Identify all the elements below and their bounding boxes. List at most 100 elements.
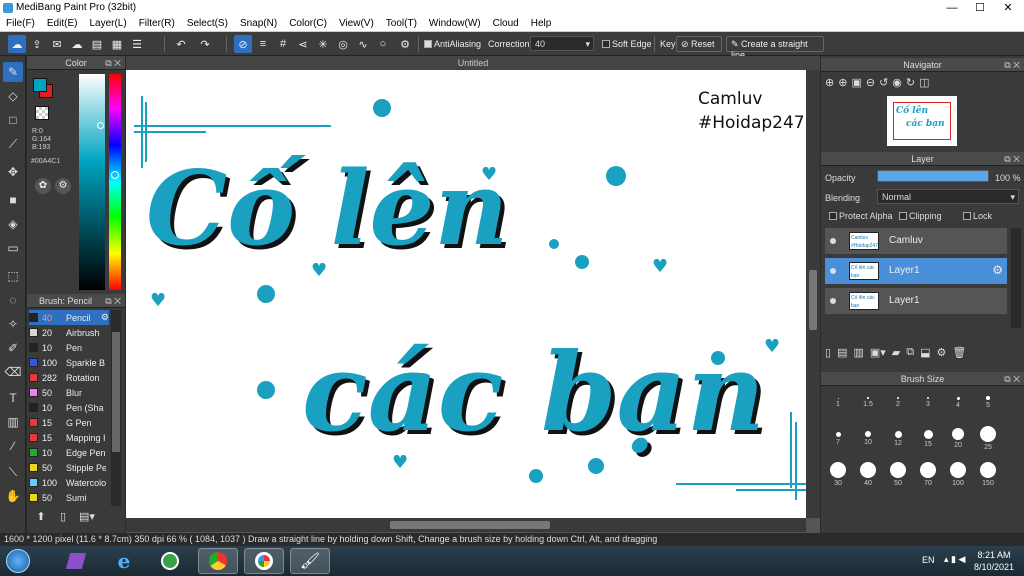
brush-item[interactable]: 50 Stipple Pe (29, 460, 109, 475)
menu-cloud[interactable]: Cloud (493, 18, 519, 29)
undo-icon[interactable]: ↶ (172, 35, 190, 53)
hand-tool-icon[interactable]: ✋ (3, 486, 23, 506)
reset-button[interactable]: ⊘ Reset (676, 36, 722, 52)
rotate-left-icon[interactable]: ↺ (879, 76, 888, 94)
brush-size-option[interactable]: 12 (883, 424, 913, 458)
rotate-reset-icon[interactable]: ◉ (892, 76, 902, 94)
brush-size-option[interactable]: 50 (883, 460, 913, 494)
brush-size-option[interactable]: 10 (853, 424, 883, 458)
panel-buttons[interactable]: ⧉ ✕ (105, 294, 121, 308)
brush-menu-icon[interactable]: ▤▾ (75, 510, 99, 526)
upload-icon[interactable]: ⇪ (28, 35, 46, 53)
eyedropper-tool-icon[interactable]: ⁄ (3, 436, 23, 456)
cloud-save-icon[interactable]: ☁ (68, 35, 86, 53)
drawing-canvas[interactable]: ♥ ♥ ♥ ♥ ♥ ♥ Camluv #Hoidap247 Cố lên Cố lên … (126, 70, 806, 518)
flip-icon[interactable]: ◫ (919, 76, 929, 94)
select-eraser-icon[interactable]: ⌫ (3, 362, 23, 382)
transparent-swatch[interactable] (35, 106, 49, 120)
brush-item[interactable]: 50 Blur (29, 385, 109, 400)
layer-row[interactable]: Camluv #Hoidap247 Camluv (825, 228, 1007, 254)
brush-size-option[interactable]: 150 (973, 460, 1003, 494)
cloud-icon[interactable]: ☁ (8, 35, 26, 53)
brush-item[interactable]: 100 Sparkle B (29, 355, 109, 370)
menu-snap[interactable]: Snap(N) (240, 18, 277, 29)
brush-item[interactable]: 10 Pen (Sha (29, 400, 109, 415)
select-tool-icon[interactable]: ⬚ (3, 266, 23, 286)
paint-icon[interactable]: 🖌 (290, 548, 330, 574)
fill-tool-icon[interactable]: ■ (3, 190, 23, 210)
brush-item[interactable]: 15 Mapping I (29, 430, 109, 445)
panel-buttons[interactable]: ⧉ ✕ (105, 56, 121, 70)
layer-settings-icon[interactable]: ⚙ (937, 346, 947, 362)
brush-size-option[interactable]: 30 (823, 460, 853, 494)
bucket-tool-icon[interactable]: ◈ (3, 214, 23, 234)
panel-buttons[interactable]: ⧉ ✕ (1004, 58, 1020, 72)
menu-window[interactable]: Window(W) (429, 18, 481, 29)
folder-icon[interactable]: ▰ (892, 346, 900, 362)
new-layer-icon[interactable]: ▯ (825, 346, 831, 362)
delete-layer-icon[interactable]: 🗑 (952, 346, 966, 362)
brush-item[interactable]: 10 Pen (29, 340, 109, 355)
divide-tool-icon[interactable]: ▥ (3, 412, 23, 432)
menu-edit[interactable]: Edit(E) (47, 18, 78, 29)
visual-studio-icon[interactable] (56, 548, 96, 574)
navigator-preview[interactable]: Cố lên các bạn (887, 96, 957, 146)
snap-circle-icon[interactable]: ○ (374, 35, 392, 53)
protect-alpha-checkbox[interactable]: Protect Alpha (829, 211, 893, 221)
close-button[interactable]: ✕ (994, 0, 1022, 16)
visibility-icon[interactable] (830, 298, 836, 304)
medibang-icon[interactable] (244, 548, 284, 574)
dot-tool-icon[interactable]: □ (3, 110, 23, 130)
layer-list-scrollbar[interactable] (1011, 228, 1021, 328)
snap-concentric-icon[interactable]: ◎ (334, 35, 352, 53)
clock[interactable]: 8:21 AM 8/10/2021 (966, 549, 1022, 573)
brush-size-option[interactable]: 1.5 (853, 388, 883, 422)
brush-item[interactable]: 40 Pencil ⚙ (29, 310, 109, 325)
new-layer-menu-icon[interactable]: ▣▾ (870, 346, 886, 362)
layer-row[interactable]: Cố lên các bạn Layer1 (825, 288, 1007, 314)
brush-item[interactable]: 282 Rotation (29, 370, 109, 385)
menu-view[interactable]: View(V) (339, 18, 374, 29)
move-tool-icon[interactable]: ✥ (3, 162, 23, 182)
visibility-icon[interactable] (830, 268, 836, 274)
correction-select[interactable]: 40 ▾ (530, 36, 594, 51)
text-tool-icon[interactable]: T (3, 388, 23, 408)
clipping-checkbox[interactable]: Clipping (899, 211, 942, 221)
internet-explorer-icon[interactable]: e (104, 548, 144, 574)
snap-perspective-icon[interactable]: ⋖ (294, 35, 312, 53)
brush-size-option[interactable]: 7 (823, 424, 853, 458)
brush-size-option[interactable]: 15 (913, 424, 943, 458)
gear-icon[interactable]: ⚙ (396, 35, 414, 53)
saturation-value-picker[interactable] (79, 74, 105, 290)
brush-list-scrollbar[interactable] (111, 310, 121, 506)
layout-icon[interactable]: ▦ (108, 35, 126, 53)
brush-size-option[interactable]: 5 (973, 388, 1003, 422)
brush-size-option[interactable]: 40 (853, 460, 883, 494)
zoom-out-icon[interactable]: ⊖ (866, 76, 875, 94)
color-picker-handle[interactable] (97, 122, 104, 129)
chrome-icon[interactable] (198, 548, 238, 574)
menu-layer[interactable]: Layer(L) (89, 18, 126, 29)
palette-settings-icon[interactable]: ⚙ (55, 178, 71, 194)
palette-icon[interactable]: ✿ (35, 178, 51, 194)
comment-icon[interactable]: ✉ (48, 35, 66, 53)
brush-size-option[interactable]: 100 (943, 460, 973, 494)
hue-slider-handle[interactable] (111, 171, 119, 179)
zoom-in-icon[interactable]: ⊕ (838, 76, 847, 94)
document-icon[interactable]: ▤ (88, 35, 106, 53)
blending-select[interactable]: Normal ▾ (877, 189, 1019, 204)
menu-color[interactable]: Color(C) (289, 18, 327, 29)
brush-size-option[interactable]: 20 (943, 424, 973, 458)
canvas-tab[interactable]: Untitled (126, 56, 820, 70)
snap-off-icon[interactable]: ⊘ (234, 35, 252, 53)
brush-item[interactable]: 10 Edge Pen (29, 445, 109, 460)
brush-item[interactable]: 100 Watercolo (29, 475, 109, 490)
brush-size-option[interactable]: 25 (973, 424, 1003, 458)
brush-size-option[interactable]: 4 (943, 388, 973, 422)
redo-icon[interactable]: ↷ (196, 35, 214, 53)
snap-parallel-icon[interactable]: ≡ (254, 35, 272, 53)
new-8bit-layer-icon[interactable]: ▥ (853, 346, 863, 362)
merge-layer-icon[interactable]: ⬓ (920, 346, 930, 362)
line-tool-icon[interactable]: ⟍ (3, 462, 23, 482)
snap-curve-icon[interactable]: ∿ (354, 35, 372, 53)
